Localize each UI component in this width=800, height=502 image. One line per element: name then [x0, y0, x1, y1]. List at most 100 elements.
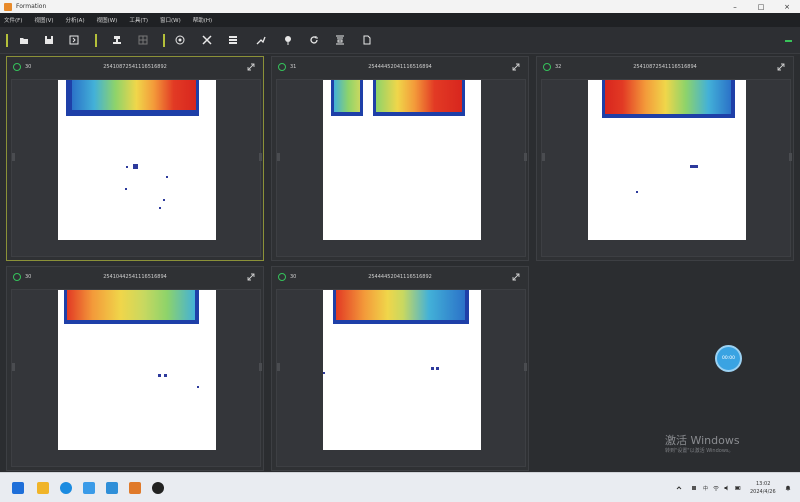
heatmap-canvas[interactable] — [58, 80, 216, 240]
battery-icon[interactable] — [735, 485, 741, 491]
chevron-up-icon[interactable] — [676, 485, 682, 491]
layers-icon[interactable] — [227, 34, 239, 46]
panel-header: 31 25444452041116516894 — [272, 57, 528, 77]
start-windows-icon[interactable] — [12, 482, 24, 494]
app-window: Formation – □ × 文件(F) 视图(V) 分析(A) 视图(W) … — [0, 0, 800, 502]
side-marker — [277, 363, 280, 371]
side-marker — [12, 153, 15, 161]
target-icon[interactable] — [174, 34, 186, 46]
panel-viewport — [276, 79, 527, 257]
input-language-indicator[interactable]: 中 — [703, 485, 708, 492]
document-icon[interactable] — [361, 34, 373, 46]
folder-open-icon[interactable] — [18, 34, 30, 46]
side-marker — [542, 153, 545, 161]
menu-help[interactable]: 帮助(H) — [193, 16, 212, 24]
side-marker — [277, 153, 280, 161]
minimize-button[interactable]: – — [722, 0, 748, 13]
heatmap-region — [331, 80, 363, 116]
activation-watermark-title: 激活 Windows — [665, 434, 740, 447]
chart-app-icon[interactable] — [106, 482, 118, 494]
panel-header: 30 25444452041116516892 — [272, 267, 528, 287]
toolbar-separator — [6, 34, 8, 47]
floating-action-button[interactable]: 00:00 — [715, 345, 742, 372]
menu-tools[interactable]: 工具(T) — [129, 16, 148, 24]
refresh-icon[interactable] — [308, 34, 320, 46]
panel-device-id: 25410872541116516892 — [103, 64, 167, 70]
save-icon[interactable] — [43, 34, 55, 46]
view-panel-4[interactable]: 30 25410442541116516894 — [6, 266, 264, 471]
side-marker — [259, 153, 262, 161]
menu-window[interactable]: 窗口(W) — [160, 16, 181, 24]
data-point — [166, 176, 168, 178]
heatmap-region — [64, 290, 199, 324]
taskbar: 中 13:02 2024/4/26 — [0, 472, 800, 502]
crop-icon[interactable] — [201, 34, 213, 46]
expand-icon[interactable] — [247, 63, 255, 71]
view-panel-1[interactable]: 30 25410872541116516892 — [6, 56, 264, 261]
expand-icon[interactable] — [512, 273, 520, 281]
view-panel-3[interactable]: 32 25410872541116516894 — [536, 56, 794, 261]
panel-device-id: 25410442541116516894 — [103, 274, 167, 280]
heatmap-canvas[interactable] — [588, 80, 746, 240]
view-panel-2[interactable]: 31 25444452041116516894 — [271, 56, 529, 261]
heatmap-region — [602, 80, 735, 118]
maximize-button[interactable]: □ — [748, 0, 774, 13]
heatmap-gradient — [334, 80, 360, 112]
window-controls: – □ × — [722, 0, 800, 13]
connection-status-indicator — [785, 40, 792, 42]
menu-file[interactable]: 文件(F) — [4, 16, 22, 24]
expand-icon[interactable] — [777, 63, 785, 71]
panel-viewport — [276, 289, 527, 467]
data-point — [133, 164, 138, 169]
volume-icon[interactable] — [724, 485, 730, 491]
menu-view[interactable]: 视图(V) — [34, 16, 53, 24]
media-app-icon[interactable] — [152, 482, 164, 494]
heatmap-canvas[interactable] — [323, 80, 481, 240]
chart-icon[interactable] — [255, 34, 267, 46]
clock-time[interactable]: 13:02 — [756, 481, 770, 487]
app-logo-icon — [4, 2, 12, 11]
menu-view-2[interactable]: 视图(W) — [97, 16, 118, 24]
window-title: Formation — [16, 3, 47, 10]
heatmap-canvas[interactable] — [323, 290, 481, 450]
data-point — [431, 367, 434, 370]
stamp-icon[interactable] — [111, 34, 123, 46]
formation-app-icon[interactable] — [129, 482, 141, 494]
heatmap-gradient — [605, 80, 731, 114]
activation-watermark-subtitle: 转到"设置"以激活 Windows。 — [665, 448, 734, 454]
heatmap-canvas[interactable] — [58, 290, 216, 450]
tray-app-icon[interactable] — [691, 485, 697, 491]
close-button[interactable]: × — [774, 0, 800, 13]
wifi-icon[interactable] — [713, 485, 719, 491]
menu-bar: 文件(F) 视图(V) 分析(A) 视图(W) 工具(T) 窗口(W) 帮助(H… — [0, 13, 800, 27]
heatmap-gradient — [336, 290, 465, 320]
panel-device-id: 25444452041116516894 — [368, 64, 432, 70]
data-point — [436, 367, 439, 370]
title-bar: Formation – □ × — [0, 0, 800, 13]
heatmap-region — [66, 80, 199, 116]
file-explorer-icon[interactable] — [37, 482, 49, 494]
side-marker — [789, 153, 792, 161]
browser-edge-icon[interactable] — [60, 482, 72, 494]
grid-icon[interactable] — [137, 34, 149, 46]
side-marker — [12, 363, 15, 371]
app-pinned-icon[interactable] — [83, 482, 95, 494]
data-point — [197, 386, 199, 388]
notification-bell-icon[interactable] — [785, 485, 791, 491]
view-panel-5[interactable]: 30 25444452041116516892 — [271, 266, 529, 471]
panel-device-id: 25444452041116516892 — [368, 274, 432, 280]
pin-icon[interactable] — [282, 34, 294, 46]
clock-date[interactable]: 2024/4/26 — [750, 489, 776, 495]
heatmap-region — [373, 80, 465, 116]
panel-viewport — [11, 289, 262, 467]
expand-icon[interactable] — [247, 273, 255, 281]
filter-icon[interactable] — [334, 34, 346, 46]
export-icon[interactable] — [68, 34, 80, 46]
menu-analysis[interactable]: 分析(A) — [66, 16, 85, 24]
toolbar-separator — [163, 34, 165, 47]
heatmap-region — [333, 290, 469, 324]
panel-header: 32 25410872541116516894 — [537, 57, 793, 77]
panel-header: 30 25410442541116516894 — [7, 267, 263, 287]
data-point — [125, 188, 127, 190]
expand-icon[interactable] — [512, 63, 520, 71]
